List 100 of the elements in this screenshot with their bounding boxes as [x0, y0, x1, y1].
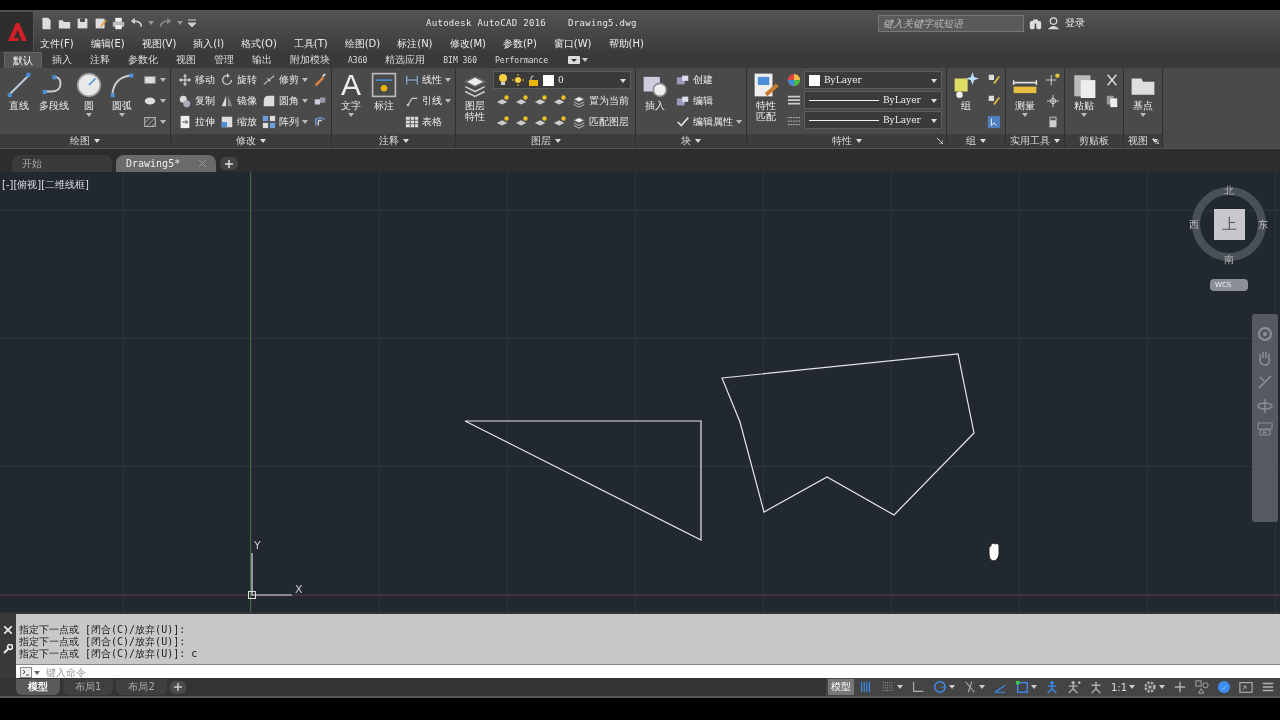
menu-item[interactable]: 工具(T) — [293, 36, 328, 51]
ribbon-tab[interactable]: 默认 — [4, 52, 42, 68]
panel-toggle-icon[interactable] — [567, 56, 580, 64]
tool-button[interactable]: 镜像 — [220, 92, 257, 110]
layout-tab[interactable]: 模型 — [16, 679, 60, 695]
tool-button[interactable]: 测量 — [1010, 71, 1040, 134]
file-tab[interactable]: 开始 — [12, 155, 112, 172]
dropdown-menu-icon[interactable] — [188, 19, 196, 27]
tool-button[interactable]: 插入 — [640, 71, 670, 134]
panel-title-bar[interactable]: 图层 — [456, 134, 635, 148]
layout-tab[interactable]: 布局2 — [116, 679, 167, 695]
redo-arrow-icon[interactable] — [159, 16, 172, 30]
ribbon-tab[interactable]: 管理 — [206, 52, 242, 68]
file-tab[interactable]: Drawing5* — [116, 155, 216, 172]
tool-button[interactable]: 图层特性 — [460, 71, 490, 134]
panel-title-bar[interactable]: 组 — [947, 134, 1005, 148]
compass-direction[interactable]: 南 — [1224, 253, 1234, 267]
search-field[interactable]: 键入关键字或短语 — [878, 14, 1024, 32]
command-prompt-icon[interactable] — [20, 667, 32, 678]
tool-button[interactable]: 移动 — [178, 71, 215, 89]
floppy-icon[interactable] — [76, 16, 89, 30]
tool-button[interactable]: 多段线 — [37, 71, 71, 134]
tool-button[interactable]: 线性 — [405, 71, 451, 89]
panel-title-bar[interactable]: 实用工具 — [1006, 134, 1064, 148]
compass-direction[interactable]: 西 — [1189, 218, 1199, 232]
panel-title-bar[interactable]: 特性 — [747, 134, 946, 148]
menu-item[interactable]: 文件(F) — [40, 36, 74, 51]
menu-item[interactable]: 帮助(H) — [608, 36, 644, 51]
launcher-arrow-icon[interactable] — [937, 138, 943, 144]
menu-item[interactable]: 编辑(E) — [90, 36, 125, 51]
ribbon-tab[interactable]: 插入 — [44, 52, 80, 68]
menu-item[interactable]: 窗口(W) — [553, 36, 592, 51]
panel-title-bar[interactable]: 绘图 — [0, 134, 170, 148]
tool-icon-button[interactable] — [313, 71, 327, 89]
linetype-dropdown[interactable]: ByLayer — [804, 91, 942, 109]
menu-item[interactable]: 标注(N) — [397, 36, 433, 51]
tool-icon-button[interactable] — [987, 113, 1001, 131]
tool-button[interactable]: 创建 — [676, 71, 742, 89]
compass-direction[interactable]: 北 — [1224, 184, 1234, 198]
tool-button[interactable]: A 文字 — [336, 71, 366, 134]
ribbon-tab[interactable]: 精选应用 — [377, 52, 434, 68]
layout-tab[interactable]: 布局1 — [63, 679, 114, 695]
tool-button[interactable]: 修剪 — [262, 71, 308, 89]
tool-button[interactable]: 复制 — [178, 92, 215, 110]
tool-button[interactable]: 圆弧 — [107, 71, 137, 134]
lineweight-dropdown[interactable]: ByLayer — [804, 111, 942, 129]
launcher-arrow-icon[interactable] — [1153, 138, 1159, 144]
new-tab-button[interactable] — [220, 157, 238, 170]
floppy-pencil-icon[interactable] — [94, 16, 107, 30]
binoculars-icon[interactable] — [1029, 16, 1042, 30]
compass-direction[interactable]: 东 — [1258, 218, 1268, 232]
tool-icon-button[interactable] — [787, 71, 801, 89]
panel-title-bar[interactable]: 注释 — [332, 134, 455, 148]
ribbon-tab[interactable]: 输出 — [244, 52, 280, 68]
ribbon-tab[interactable]: Performance — [487, 52, 556, 68]
menu-item[interactable]: 视图(V) — [141, 36, 177, 51]
application-menu-button[interactable] — [0, 12, 34, 51]
ribbon-tab[interactable]: 视图 — [168, 52, 204, 68]
file-icon[interactable] — [40, 16, 53, 30]
ribbon-tab[interactable]: A360 — [340, 52, 376, 68]
viewport-label[interactable]: [-][俯视][二维线框] — [2, 178, 90, 192]
tool-button[interactable]: 组 — [951, 71, 981, 134]
tool-button[interactable]: 基点 — [1128, 71, 1158, 134]
menu-item[interactable]: 参数(P) — [502, 36, 537, 51]
status-toggle[interactable]: 模型 — [827, 679, 854, 695]
new-layout-button[interactable] — [169, 680, 186, 694]
tool-button[interactable]: 引线 — [405, 92, 451, 110]
ribbon-tab[interactable]: BIM 360 — [435, 52, 485, 68]
ribbon-tab[interactable]: 注释 — [82, 52, 118, 68]
tool-button[interactable]: 圆 — [74, 71, 104, 134]
tool-button[interactable]: 阵列 — [262, 113, 308, 131]
tool-button[interactable]: 粘贴 — [1069, 71, 1099, 134]
layer-dropdown[interactable]: 0 — [493, 71, 631, 89]
tool-button[interactable]: 置为当前 — [572, 92, 629, 110]
panel-title-bar[interactable]: 修改 — [171, 134, 331, 148]
tool-icon-button[interactable] — [1046, 92, 1060, 110]
menu-item[interactable]: 插入(I) — [193, 36, 225, 51]
panel-title-bar[interactable]: 块 — [636, 134, 746, 148]
sign-in-button[interactable]: 登录 — [1065, 16, 1085, 30]
wrench-icon[interactable] — [3, 644, 13, 654]
tool-button[interactable]: 直线 — [4, 71, 34, 134]
ribbon-tab[interactable]: 附加模块 — [282, 52, 338, 68]
panel-title-bar[interactable]: 剪贴板 — [1065, 134, 1123, 148]
panel-title-bar[interactable]: 视图 — [1124, 134, 1162, 148]
tool-button[interactable]: 标注 — [369, 71, 399, 134]
viewcube-face[interactable]: 上 — [1214, 209, 1245, 240]
tool-button[interactable]: 拉伸 — [178, 113, 215, 131]
status-toggle[interactable]: 1:1 — [1107, 679, 1138, 695]
tool-button[interactable]: 缩放 — [220, 113, 257, 131]
printer-icon[interactable] — [112, 16, 125, 30]
undo-arrow-icon[interactable] — [130, 16, 143, 30]
tool-button[interactable]: 圆角 — [262, 92, 308, 110]
tool-button[interactable]: 匹配图层 — [572, 113, 629, 131]
tool-button[interactable]: 编辑 — [676, 92, 742, 110]
tool-button[interactable]: 编辑属性 — [676, 113, 742, 131]
tool-button[interactable]: 特性匹配 — [751, 71, 781, 134]
menu-item[interactable]: 绘图(D) — [344, 36, 381, 51]
tool-button[interactable]: 表格 — [405, 113, 451, 131]
menu-item[interactable]: 修改(M) — [449, 36, 486, 51]
color-dropdown[interactable]: ByLayer — [804, 71, 942, 89]
